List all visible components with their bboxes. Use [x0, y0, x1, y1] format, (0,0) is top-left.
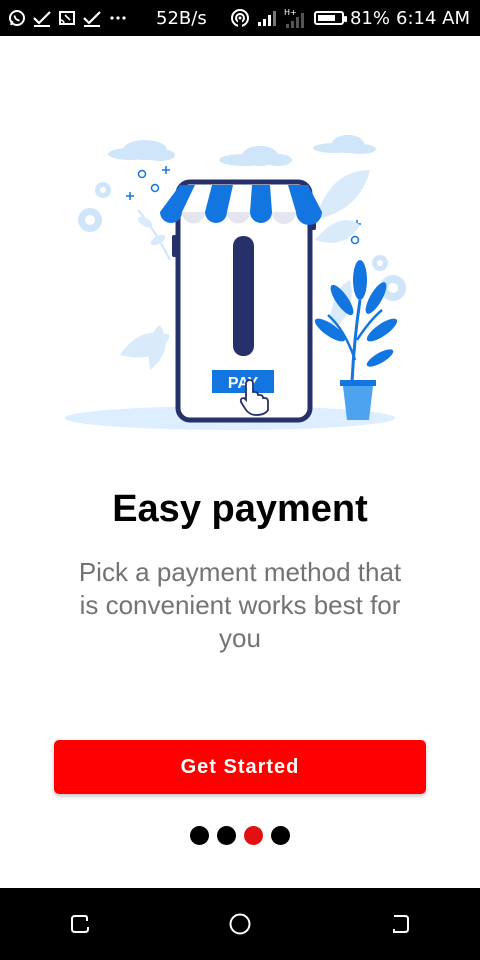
whatsapp-icon [9, 10, 25, 26]
recent-apps-button[interactable] [60, 904, 100, 944]
status-bar-right: H+ 81% 6:14 AM [230, 7, 480, 29]
back-icon [393, 915, 409, 933]
data-signal-icon: H+ [284, 8, 304, 28]
cast-icon [59, 11, 75, 25]
get-started-button[interactable]: Get Started [54, 740, 426, 794]
page-dot[interactable] [271, 826, 290, 845]
cloud-right [313, 135, 376, 154]
page-dot[interactable] [190, 826, 209, 845]
battery-icon [313, 11, 347, 25]
page-indicator [0, 826, 480, 845]
cloud-center [219, 146, 292, 166]
clock: 6:14 AM [396, 7, 470, 29]
branch-left-leaves [137, 216, 166, 246]
check-icon [33, 11, 51, 27]
navigation-bar [0, 888, 480, 960]
phone-side-button-left [172, 235, 178, 257]
more-dots-icon [110, 16, 126, 20]
signal-icon [257, 11, 276, 26]
payment-illustration: PAY [65, 135, 406, 430]
page-dot[interactable] [244, 826, 263, 845]
status-bar-left: 52B/s [0, 8, 207, 29]
recent-apps-icon [71, 915, 89, 933]
status-bar: 52B/s H+ 81% 6:14 AM [0, 0, 480, 36]
battery-fill [317, 15, 336, 21]
home-icon [229, 913, 251, 935]
download-check-icon [83, 11, 101, 27]
cloud-left [108, 140, 175, 161]
back-button[interactable] [380, 904, 420, 944]
onboarding-subtitle: Pick a payment method that is convenient… [78, 557, 402, 653]
network-speed: 52B/s [156, 7, 207, 29]
home-button[interactable] [220, 904, 260, 944]
battery-percent: 81% [349, 7, 390, 29]
page-dot[interactable] [217, 826, 236, 845]
svg-text:H+: H+ [284, 8, 297, 17]
onboarding-title: Easy payment [112, 488, 368, 530]
hotspot-icon [230, 9, 249, 28]
card-slot [233, 236, 254, 356]
